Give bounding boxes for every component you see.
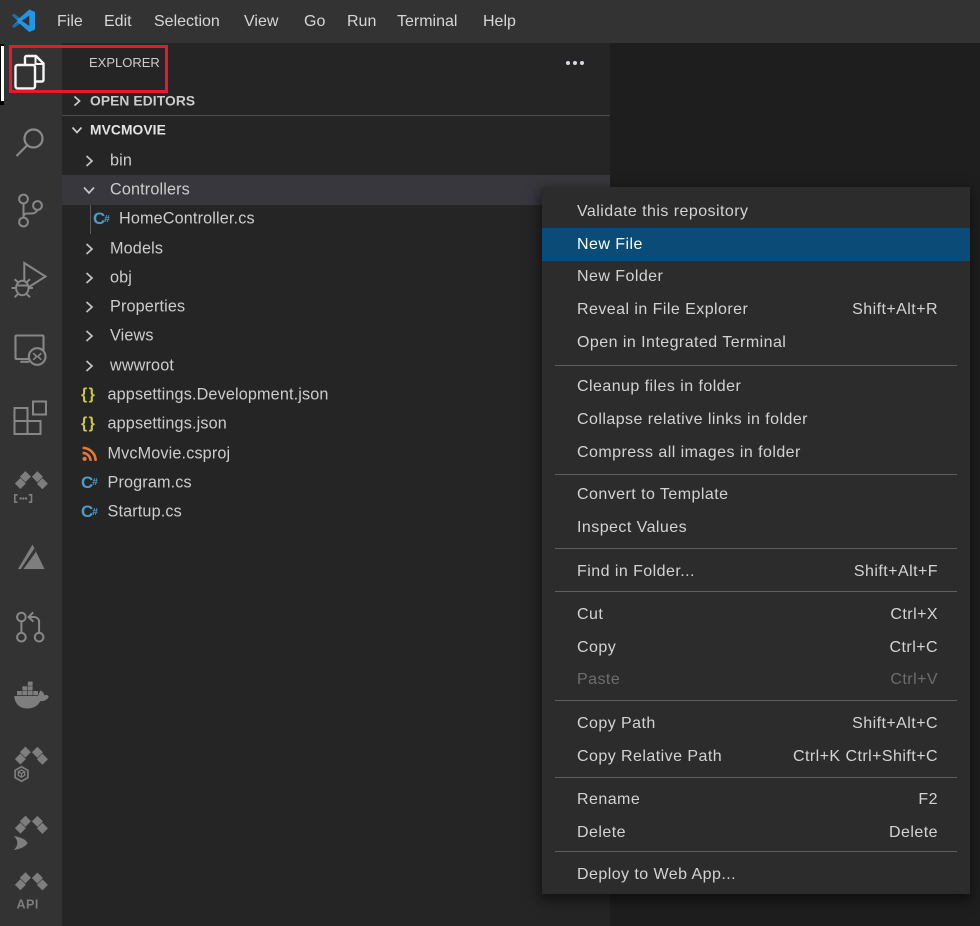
svg-text:API: API [17, 898, 39, 912]
